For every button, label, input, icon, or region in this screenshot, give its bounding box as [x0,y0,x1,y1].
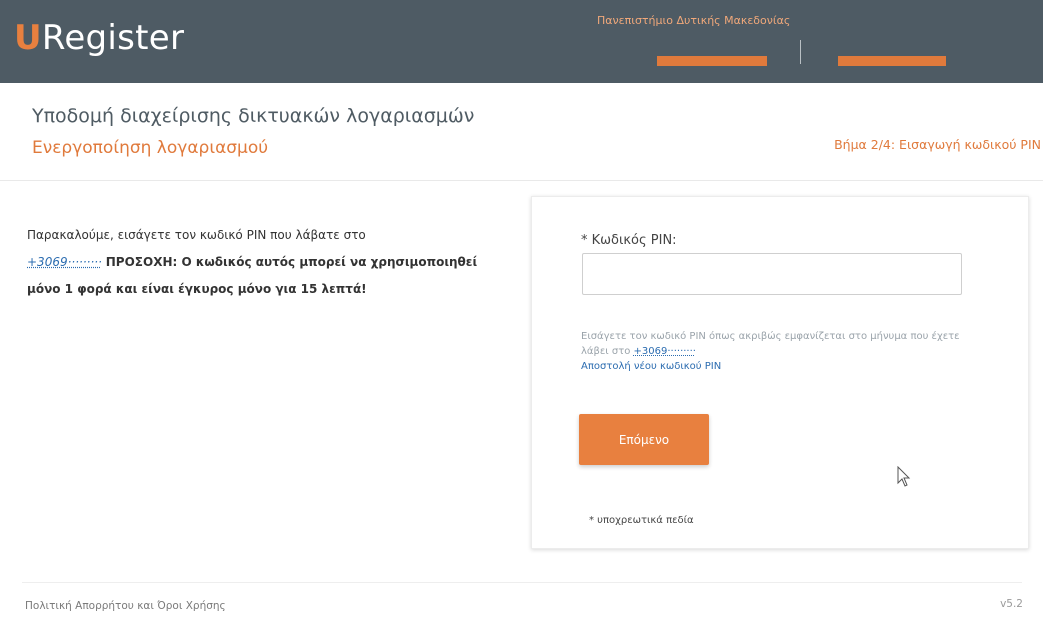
logo-u: U [14,18,42,58]
pin-input[interactable] [582,253,962,295]
step-indicator: Βήμα 2/4: Εισαγωγή κωδικού PIN [834,137,1041,152]
app-header: URegister Πανεπιστήμιο Δυτικής Μακεδονία… [0,0,1043,83]
help-phone: +3069········· [633,346,696,357]
mouse-pointer-icon [897,466,911,487]
pin-form-card: * Κωδικός PIN: Εισάγετε τον κωδικό PIN ό… [531,196,1029,549]
instructions-phone: +3069········· [27,255,102,269]
page-title-area: Υποδομή διαχείρισης δικτυακών λογαριασμώ… [0,83,1043,181]
footer-divider [22,582,1022,583]
institution-name: Πανεπιστήμιο Δυτικής Μακεδονίας [597,14,791,27]
header-accent-bar-left [657,56,767,66]
pin-label: * Κωδικός PIN: [581,233,677,248]
logo-text: Register [41,18,185,58]
header-accent-bar-right [838,56,946,66]
version-label: v5.2 [1000,598,1023,610]
instructions-intro: Παρακαλούμε, εισάγετε τον κωδικό PIN που… [27,228,366,242]
next-button[interactable]: Επόμενο [579,414,709,465]
privacy-terms-link[interactable]: Πολιτική Απορρήτου και Όροι Χρήσης [25,600,226,612]
page-title: Υποδομή διαχείρισης δικτυακών λογαριασμώ… [32,105,475,127]
page-subtitle: Ενεργοποίηση λογαριασμού [32,138,269,158]
uregister-logo[interactable]: URegister [14,18,184,58]
resend-pin-link[interactable]: Αποστολή νέου κωδικού PIN [581,361,721,372]
pin-help-text: Εισάγετε τον κωδικό PIN όπως ακριβώς εμφ… [581,329,971,374]
header-divider [800,40,801,64]
pin-instructions: Παρακαλούμε, εισάγετε τον κωδικό PIN που… [27,222,487,303]
required-fields-note: * υποχρεωτικά πεδία [589,515,694,526]
